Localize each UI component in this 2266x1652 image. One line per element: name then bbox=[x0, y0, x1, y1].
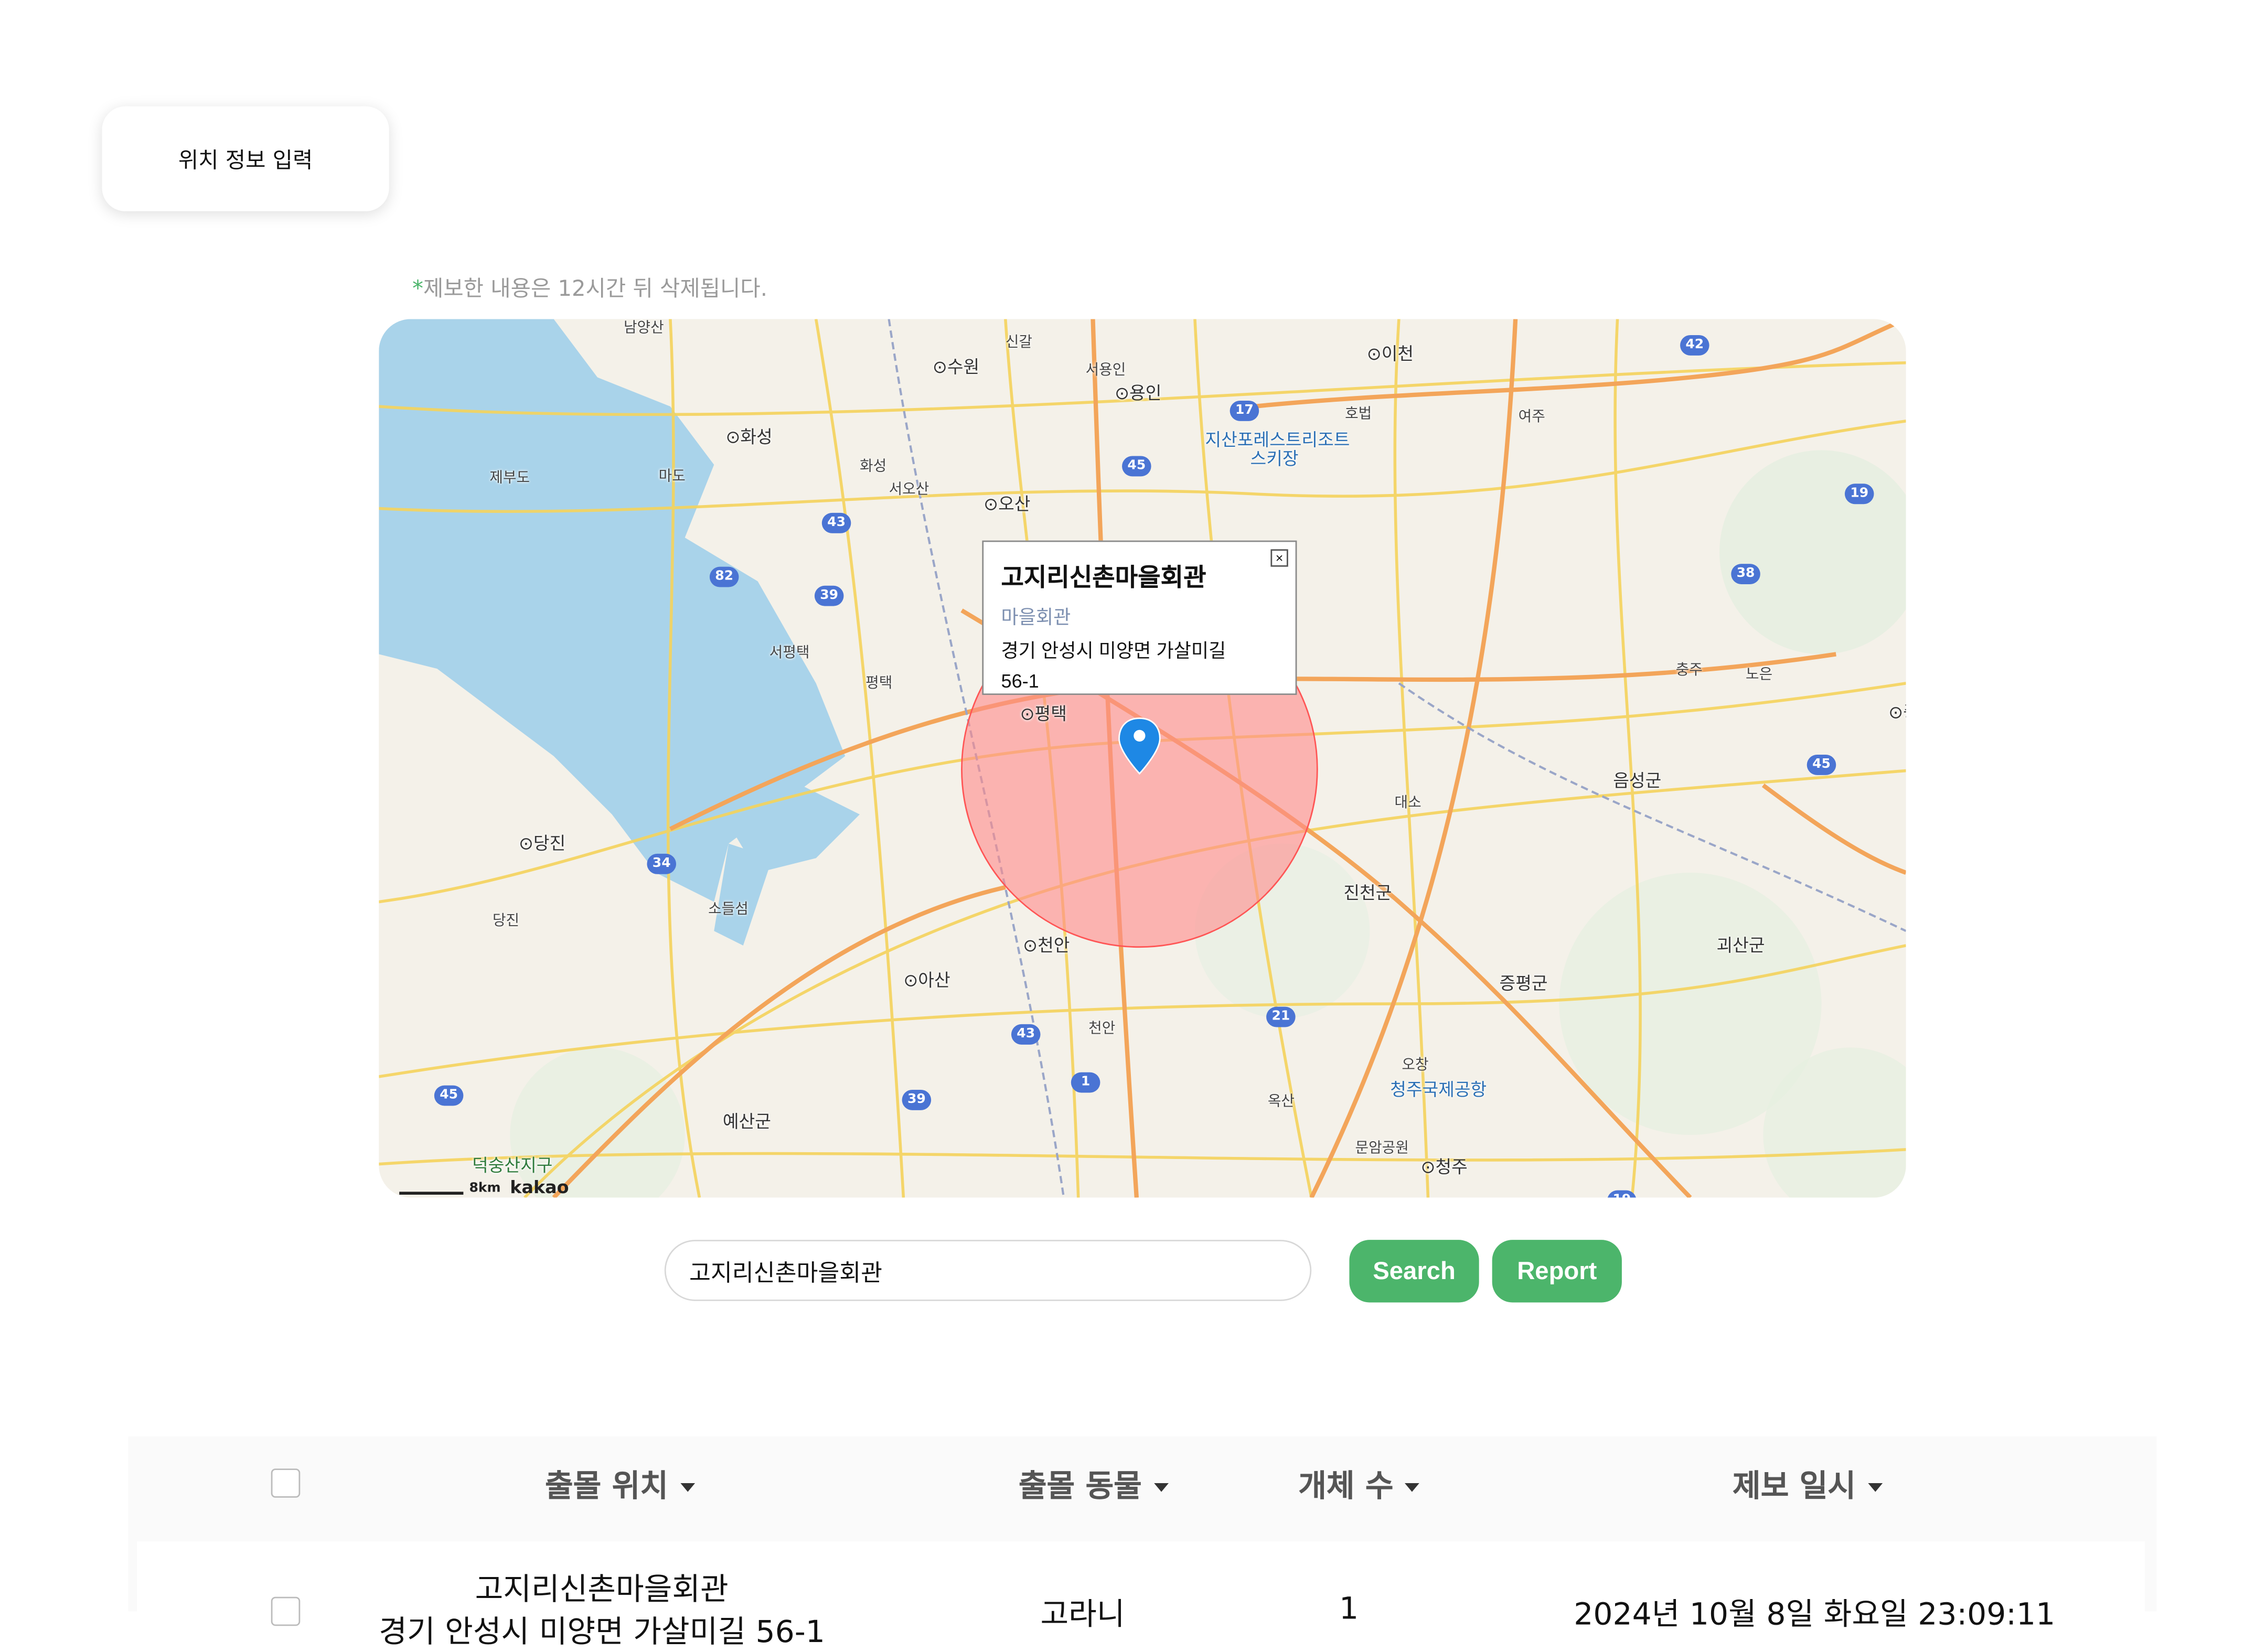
route-shield-icon: 39 bbox=[814, 585, 844, 606]
map-view[interactable]: 남양산 신갈 ⊙수원 서용인 ⊙용인 ⊙이천 ⊙화성 제부도 마도 화성 서오산 ⊙오산 지산포레스트리… bbox=[379, 319, 1906, 1198]
notice-text: 제보한 내용은 12시간 뒤 삭제됩니다. bbox=[423, 275, 768, 302]
header-reported-at-label: 제보 일시 bbox=[1733, 1468, 1856, 1504]
location-input-tab-label: 위치 정보 입력 bbox=[178, 146, 313, 173]
route-shield-icon: 45 bbox=[1807, 755, 1836, 775]
route-shield-icon: 82 bbox=[709, 566, 739, 587]
map-place-label: 청주국제공항 bbox=[1390, 1079, 1487, 1100]
sort-caret-icon bbox=[1405, 1483, 1420, 1492]
map-place-label: 화성 bbox=[860, 459, 887, 475]
route-shield-icon: 43 bbox=[821, 512, 851, 533]
map-place-label: 평택 bbox=[865, 675, 893, 692]
place-search-input[interactable] bbox=[664, 1240, 1312, 1301]
map-place-label: 문암공원 bbox=[1355, 1141, 1409, 1157]
map-place-label: 남양산 bbox=[623, 320, 664, 337]
sort-caret-icon bbox=[1867, 1483, 1883, 1492]
header-location[interactable]: 출몰 위치 bbox=[545, 1463, 694, 1506]
info-window-title: 고지리신촌마을회관 bbox=[1001, 564, 1206, 592]
row-count: 1 bbox=[1339, 1591, 1359, 1626]
map-place-label: 오창 bbox=[1402, 1057, 1429, 1074]
route-shield-icon: 19 bbox=[1844, 484, 1874, 505]
row-reported-at: 2024년 10월 8일 화요일 23:09:11 bbox=[1574, 1596, 2056, 1632]
map-base bbox=[379, 319, 1906, 1198]
map-place-label: ⊙당진 bbox=[518, 833, 566, 854]
map-place-label: 당진 bbox=[492, 913, 520, 930]
info-window-close-icon[interactable]: × bbox=[1270, 549, 1288, 567]
table-row[interactable]: 고지리신촌마을회관 경기 안성시 미양면 가살미길 56-1 고라니 1 202… bbox=[137, 1541, 2145, 1649]
map-place-label: ⊙용인 bbox=[1115, 383, 1162, 404]
map-provider-logo: kakao bbox=[510, 1177, 569, 1198]
header-location-label: 출몰 위치 bbox=[544, 1468, 668, 1504]
location-input-tab[interactable]: 위치 정보 입력 bbox=[102, 106, 389, 211]
map-place-label: 충주 bbox=[1675, 662, 1703, 679]
sort-caret-icon bbox=[1153, 1483, 1168, 1492]
header-animal[interactable]: 출몰 동물 bbox=[1019, 1463, 1168, 1506]
map-place-label: 서용인 bbox=[1085, 362, 1126, 379]
sort-caret-icon bbox=[680, 1483, 694, 1492]
map-place-label: 호법 bbox=[1345, 406, 1372, 423]
map-place-label: ⊙증 bbox=[1888, 702, 1906, 723]
map-place-label: ⊙화성 bbox=[725, 426, 773, 447]
header-count-label: 개체 수 bbox=[1298, 1468, 1394, 1504]
table-header: 출몰 위치 출몰 동물 개체 수 제보 일시 bbox=[128, 1436, 2156, 1530]
row-animal: 고라니 bbox=[1040, 1596, 1125, 1632]
map-place-label: 진천군 bbox=[1343, 883, 1392, 904]
search-button[interactable]: Search bbox=[1349, 1240, 1479, 1303]
map-place-label: 옥산 bbox=[1267, 1094, 1295, 1110]
map-scale-label: 8km bbox=[469, 1181, 501, 1196]
map-place-label: ⊙평택 bbox=[1020, 703, 1067, 724]
map-place-label: ⊙수원 bbox=[932, 357, 980, 378]
map-place-label: ⊙아산 bbox=[903, 970, 950, 991]
header-reported-at[interactable]: 제보 일시 bbox=[1733, 1463, 1883, 1506]
map-place-label: 천안 bbox=[1088, 1021, 1116, 1037]
info-window-address-line1: 경기 안성시 미양면 가살미길 bbox=[1001, 639, 1226, 662]
map-place-label: 소들섬 bbox=[708, 902, 749, 918]
map-place-label: ⊙천안 bbox=[1023, 935, 1070, 956]
route-shield-icon: 17 bbox=[1230, 400, 1259, 421]
header-animal-label: 출몰 동물 bbox=[1018, 1468, 1142, 1504]
map-place-label: ⊙청주 bbox=[1420, 1156, 1468, 1177]
route-shield-icon: 38 bbox=[1731, 564, 1760, 584]
report-button[interactable]: Report bbox=[1492, 1240, 1622, 1303]
route-shield-icon: 21 bbox=[1266, 1006, 1296, 1027]
map-place-label: 예산군 bbox=[722, 1111, 771, 1132]
route-shield-icon: 45 bbox=[1122, 456, 1151, 477]
info-window-address-line2: 56-1 bbox=[1001, 670, 1039, 692]
route-shield-icon: 42 bbox=[1680, 335, 1709, 356]
header-count[interactable]: 개체 수 bbox=[1298, 1463, 1420, 1506]
map-place-label: 스키장 bbox=[1250, 448, 1299, 469]
map-place-label: 증평군 bbox=[1499, 973, 1548, 994]
map-place-label: ⊙오산 bbox=[984, 494, 1031, 514]
route-shield-icon: 43 bbox=[1011, 1024, 1041, 1045]
map-place-label: 제부도 bbox=[489, 470, 530, 487]
map-place-label: ⊙이천 bbox=[1366, 344, 1414, 364]
map-place-label: 노은 bbox=[1746, 667, 1773, 683]
select-all-checkbox[interactable] bbox=[271, 1468, 301, 1498]
map-place-label: 괴산군 bbox=[1716, 935, 1765, 956]
map-place-label: 여주 bbox=[1518, 409, 1545, 426]
deletion-notice: *제보한 내용은 12시간 뒤 삭제됩니다. bbox=[412, 272, 767, 303]
route-shield-icon: 39 bbox=[902, 1089, 932, 1110]
row-checkbox[interactable] bbox=[271, 1596, 301, 1626]
map-place-label: 마도 bbox=[658, 469, 686, 486]
info-window-category: 마을회관 bbox=[1001, 606, 1071, 628]
notice-star: * bbox=[412, 275, 424, 302]
map-place-label: 서오산 bbox=[889, 482, 929, 499]
route-shield-icon: 45 bbox=[434, 1085, 464, 1106]
map-place-label: 신갈 bbox=[1005, 335, 1032, 351]
map-place-label: 서평택 bbox=[769, 645, 810, 662]
reports-table: 출몰 위치 출몰 동물 개체 수 제보 일시 고지리신촌마을회관 경기 안성시 … bbox=[128, 1436, 2157, 1649]
map-place-label: 대소 bbox=[1394, 795, 1421, 812]
row-location: 고지리신촌마을회관 bbox=[475, 1572, 729, 1607]
route-shield-icon: 1 bbox=[1071, 1072, 1100, 1093]
place-info-window[interactable]: 고지리신촌마을회관 마을회관 경기 안성시 미양면 가살미길 56-1 × bbox=[982, 540, 1297, 695]
route-shield-icon: 34 bbox=[647, 853, 676, 874]
row-location-address: 경기 안성시 미양면 가살미길 56-1 bbox=[379, 1614, 825, 1649]
map-place-label: 음성군 bbox=[1613, 770, 1662, 791]
map-place-label: 덕숭산지구 bbox=[472, 1155, 553, 1176]
